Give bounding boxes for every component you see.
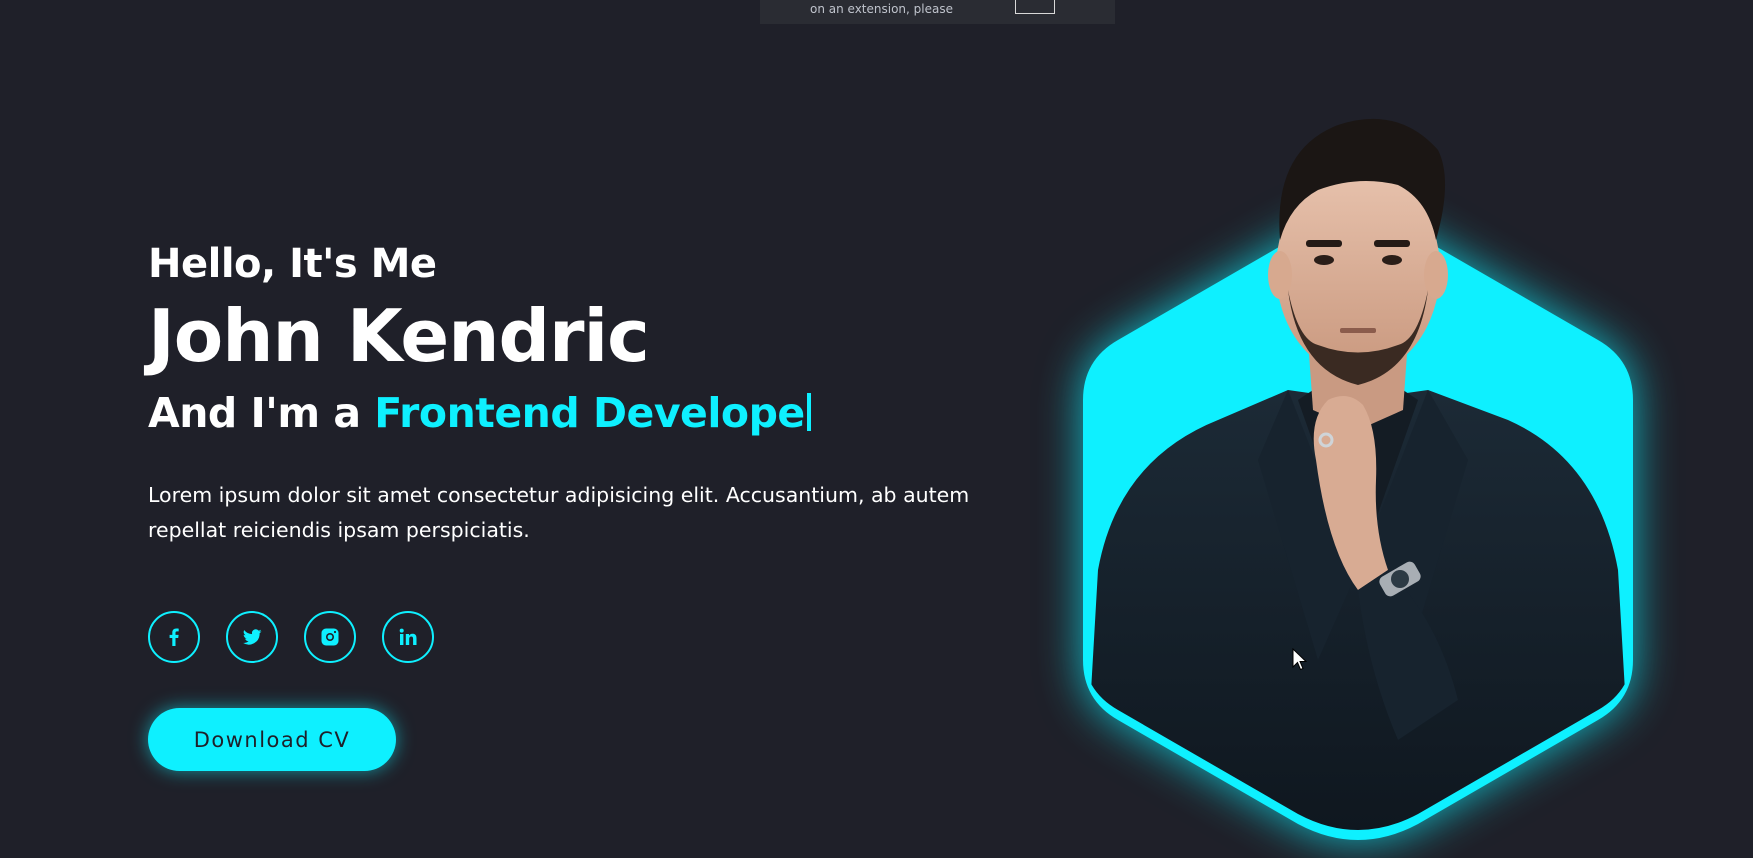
download-cv-button[interactable]: Download CV (148, 708, 396, 771)
profile-portrait (1083, 118, 1633, 830)
extension-notice-bar: on an extension, please (760, 0, 1115, 24)
facebook-link[interactable] (148, 611, 200, 663)
hero-role-accent: Frontend Develope (374, 389, 805, 437)
instagram-link[interactable] (304, 611, 356, 663)
instagram-icon (321, 628, 339, 646)
hero-content: Hello, It's Me John Kendric And I'm a Fr… (148, 238, 998, 548)
hero-role: And I'm a Frontend Develope (148, 382, 998, 444)
hero-greeting: Hello, It's Me (148, 241, 437, 287)
twitter-icon (243, 629, 262, 645)
typing-caret (806, 393, 811, 431)
hero-description: Lorem ipsum dolor sit amet consectetur a… (148, 483, 970, 542)
social-links (148, 611, 434, 663)
hero-role-prefix: And I'm a (148, 389, 375, 437)
linkedin-link[interactable] (382, 611, 434, 663)
extension-notice-text: on an extension, please (810, 2, 953, 16)
hero-name: John Kendric (148, 294, 650, 378)
facebook-icon (169, 628, 179, 646)
mouse-cursor-icon (1292, 648, 1308, 671)
twitter-link[interactable] (226, 611, 278, 663)
linkedin-icon (399, 628, 417, 645)
portfolio-page: on an extension, please Hello, It's Me J… (0, 0, 1753, 858)
extension-notice-box[interactable] (1015, 0, 1055, 14)
